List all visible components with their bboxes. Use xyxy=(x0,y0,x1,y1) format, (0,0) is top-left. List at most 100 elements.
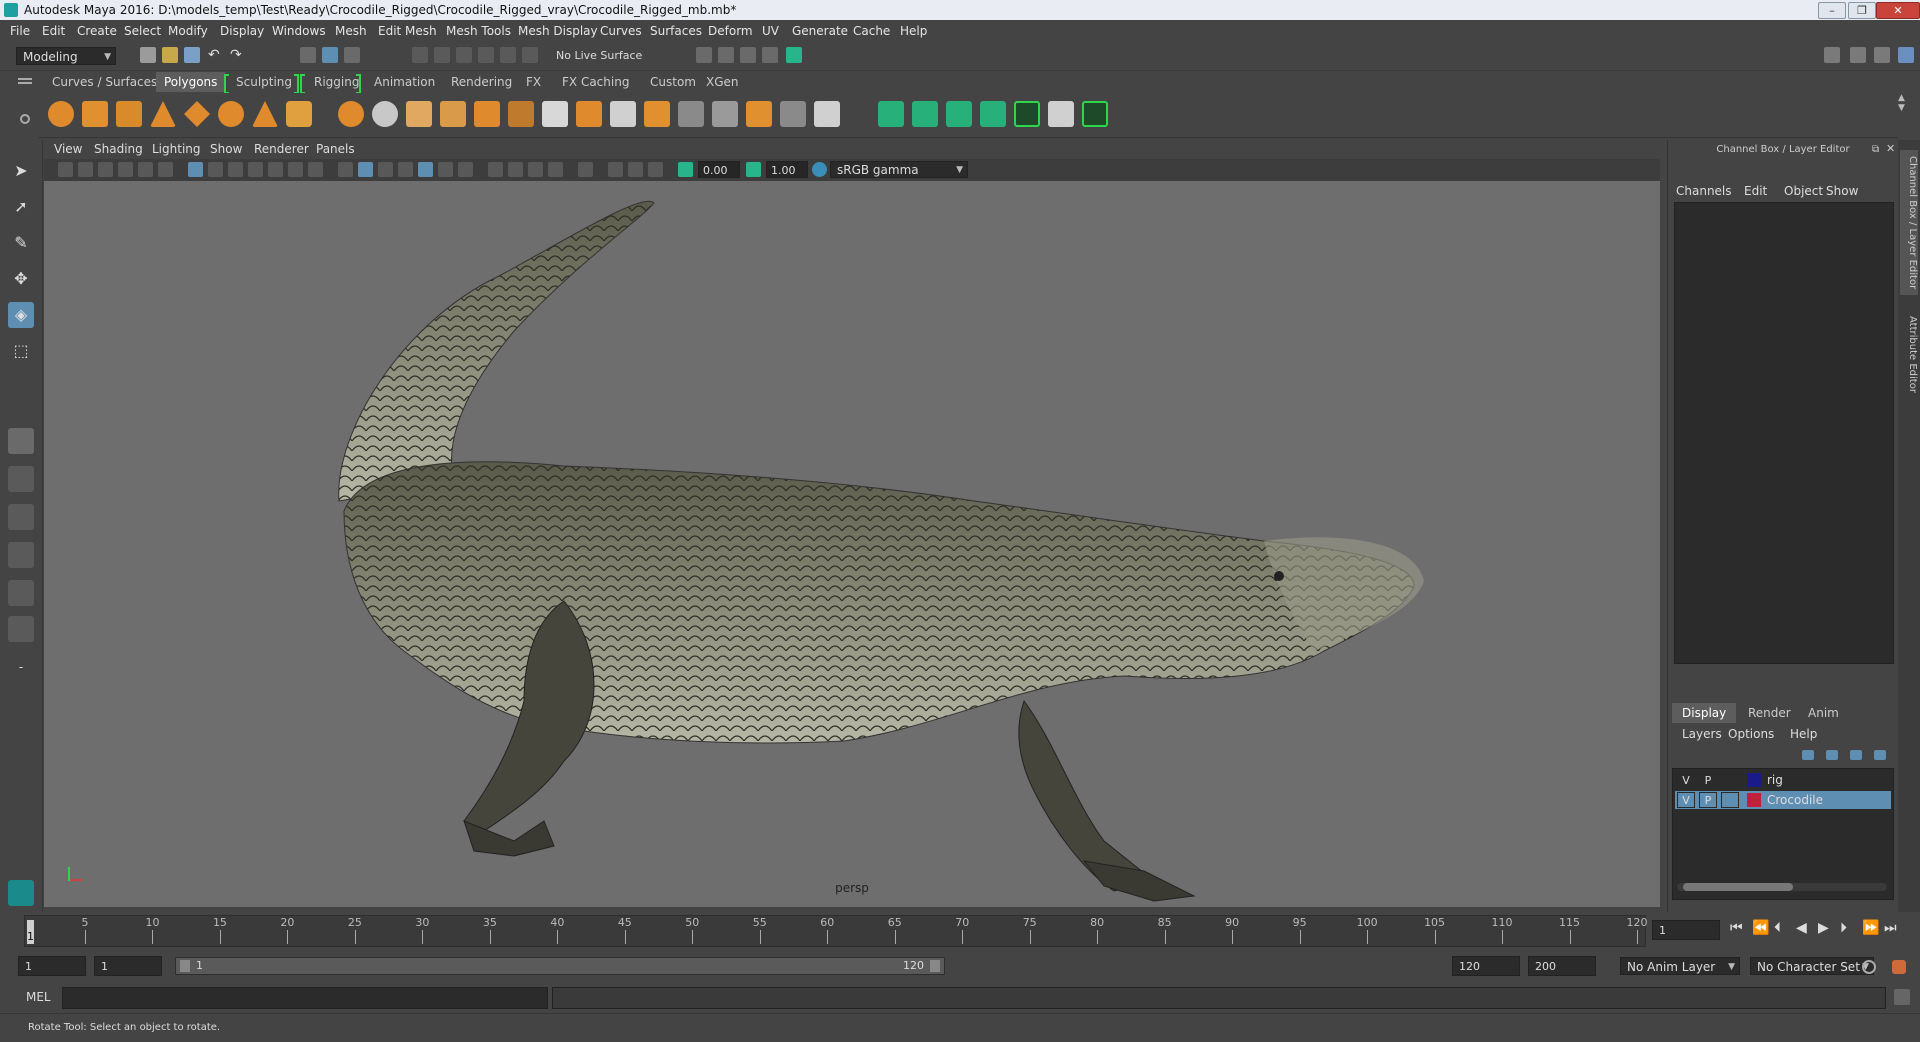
go-to-end-icon[interactable]: ⏭ xyxy=(1884,920,1897,936)
image-plane-icon[interactable] xyxy=(118,162,133,177)
channels-menu[interactable]: Channels xyxy=(1676,184,1732,198)
show-menu[interactable]: Show xyxy=(1826,184,1858,198)
ipr-render-icon[interactable] xyxy=(762,47,778,63)
menu-help[interactable]: Help xyxy=(900,24,927,38)
panel-menu-panels[interactable]: Panels xyxy=(316,142,355,156)
snap-surface-icon[interactable] xyxy=(522,47,538,63)
target-weld-icon[interactable] xyxy=(746,101,772,127)
menu-mesh-tools[interactable]: Mesh Tools xyxy=(446,24,511,38)
shelf-tab-sculpting[interactable]: Sculpting xyxy=(228,72,300,92)
auto-key-icon[interactable] xyxy=(1862,960,1876,974)
poly-plane-icon[interactable] xyxy=(184,101,210,127)
shelf-menu-icon[interactable] xyxy=(18,78,32,80)
grid-icon[interactable] xyxy=(188,162,203,177)
film-gate-icon[interactable] xyxy=(208,162,223,177)
move-tool-icon[interactable]: ✥ xyxy=(8,266,34,292)
anim-layer-dropdown[interactable]: No Anim Layer ▼ xyxy=(1620,957,1740,975)
menu-modify[interactable]: Modify xyxy=(168,24,208,38)
depth-of-field-icon[interactable] xyxy=(548,162,563,177)
layer-type-toggle[interactable] xyxy=(1721,792,1739,808)
cylindrical-uv-icon[interactable] xyxy=(912,101,938,127)
playback-end-field[interactable]: 120 xyxy=(1452,956,1520,976)
panel-menu-shading[interactable]: Shading xyxy=(94,142,143,156)
float-panel-icon[interactable]: ⧉ xyxy=(1872,144,1879,155)
camera-select-icon[interactable] xyxy=(58,162,73,177)
gamma-icon[interactable] xyxy=(746,162,761,177)
play-backwards-icon[interactable]: ◀ xyxy=(1796,920,1807,936)
playback-start-field[interactable]: 1 xyxy=(94,956,162,976)
shelf-tab-custom[interactable]: Custom xyxy=(642,72,704,92)
go-to-start-icon[interactable]: ⏮ xyxy=(1730,920,1743,936)
redo-icon[interactable]: ↷ xyxy=(230,47,246,63)
xray-joints-icon[interactable] xyxy=(648,162,663,177)
crocodile-model[interactable] xyxy=(44,181,1660,907)
layer-row[interactable]: V P rig xyxy=(1675,771,1891,789)
save-scene-icon[interactable] xyxy=(184,47,200,63)
panel-menu-lighting[interactable]: Lighting xyxy=(152,142,201,156)
select-object-icon[interactable] xyxy=(322,47,338,63)
layers-menu[interactable]: Layers xyxy=(1682,727,1722,741)
layer-visibility-toggle[interactable]: V xyxy=(1677,772,1695,788)
shelf-tab-curves-surfaces[interactable]: Curves / Surfaces xyxy=(44,72,165,92)
layer-playback-toggle[interactable]: P xyxy=(1699,792,1717,808)
shelf-tab-polygons[interactable]: Polygons xyxy=(156,72,226,92)
range-bar[interactable]: 1 120 xyxy=(175,957,945,975)
range-end-handle[interactable] xyxy=(930,960,940,972)
bridge-icon[interactable] xyxy=(508,101,534,127)
textured-icon[interactable] xyxy=(418,162,433,177)
layer-type-toggle[interactable] xyxy=(1721,772,1739,788)
color-management-icon[interactable] xyxy=(812,162,827,177)
menu-edit[interactable]: Edit xyxy=(42,24,65,38)
multi-cut-icon[interactable] xyxy=(542,101,568,127)
exposure-field[interactable]: 0.00 xyxy=(698,161,740,178)
merge-icon[interactable] xyxy=(644,101,670,127)
bookmark-icon[interactable] xyxy=(98,162,113,177)
snap-live-icon[interactable] xyxy=(500,47,516,63)
wireframe-on-shaded-icon[interactable] xyxy=(398,162,413,177)
attribute-editor-icon[interactable] xyxy=(1850,47,1866,63)
checker-icon[interactable] xyxy=(1048,101,1074,127)
undo-icon[interactable]: ↶ xyxy=(208,47,224,63)
perspective-viewport[interactable]: persp xyxy=(44,181,1660,907)
close-button[interactable]: ✕ xyxy=(1876,2,1920,19)
step-forward-icon[interactable]: ⏩ xyxy=(1862,920,1879,936)
menu-display[interactable]: Display xyxy=(220,24,264,38)
edit-menu[interactable]: Edit xyxy=(1744,184,1767,198)
side-tab-attribute-editor[interactable]: Attribute Editor xyxy=(1900,310,1918,399)
hypershade-layout-icon[interactable] xyxy=(8,616,34,642)
new-layer-icon[interactable] xyxy=(1850,750,1862,760)
render-setup-icon[interactable] xyxy=(786,47,802,63)
menu-select[interactable]: Select xyxy=(124,24,161,38)
object-menu[interactable]: Object xyxy=(1784,184,1823,198)
four-view-layout-icon[interactable] xyxy=(8,466,34,492)
xray-active-icon[interactable] xyxy=(628,162,643,177)
separate-icon[interactable] xyxy=(372,101,398,127)
poly-torus-icon[interactable] xyxy=(218,101,244,127)
poly-pyramid-icon[interactable] xyxy=(252,101,278,127)
new-layer-selected-icon[interactable] xyxy=(1874,750,1886,760)
layer-row-selected[interactable]: V P Crocodile xyxy=(1675,791,1891,809)
script-editor-icon[interactable] xyxy=(1894,989,1910,1005)
tab-display[interactable]: Display xyxy=(1672,703,1737,723)
fill-hole-icon[interactable] xyxy=(780,101,806,127)
insert-edge-loop-icon[interactable] xyxy=(678,101,704,127)
end-time-field[interactable]: 200 xyxy=(1528,956,1596,976)
snap-curve-icon[interactable] xyxy=(434,47,450,63)
poly-cone-icon[interactable] xyxy=(150,101,176,127)
panel-menu-show[interactable]: Show xyxy=(210,142,242,156)
maximize-button[interactable]: ❐ xyxy=(1848,2,1876,19)
minimize-button[interactable]: – xyxy=(1818,2,1846,19)
lasso-tool-icon[interactable]: ➚ xyxy=(8,194,34,220)
isolate-select-icon[interactable] xyxy=(578,162,593,177)
open-scene-icon[interactable] xyxy=(162,47,178,63)
close-panel-icon[interactable]: ✕ xyxy=(1886,142,1895,155)
combine-icon[interactable] xyxy=(338,101,364,127)
menu-deform[interactable]: Deform xyxy=(708,24,753,38)
layer-color-swatch[interactable] xyxy=(1747,773,1761,787)
new-scene-icon[interactable] xyxy=(140,47,156,63)
tab-render[interactable]: Render xyxy=(1738,703,1801,723)
smooth-icon[interactable] xyxy=(440,101,466,127)
gate-mask-icon[interactable] xyxy=(248,162,263,177)
shelf-tab-fx[interactable]: FX xyxy=(518,72,549,92)
render-view-icon[interactable] xyxy=(718,47,734,63)
